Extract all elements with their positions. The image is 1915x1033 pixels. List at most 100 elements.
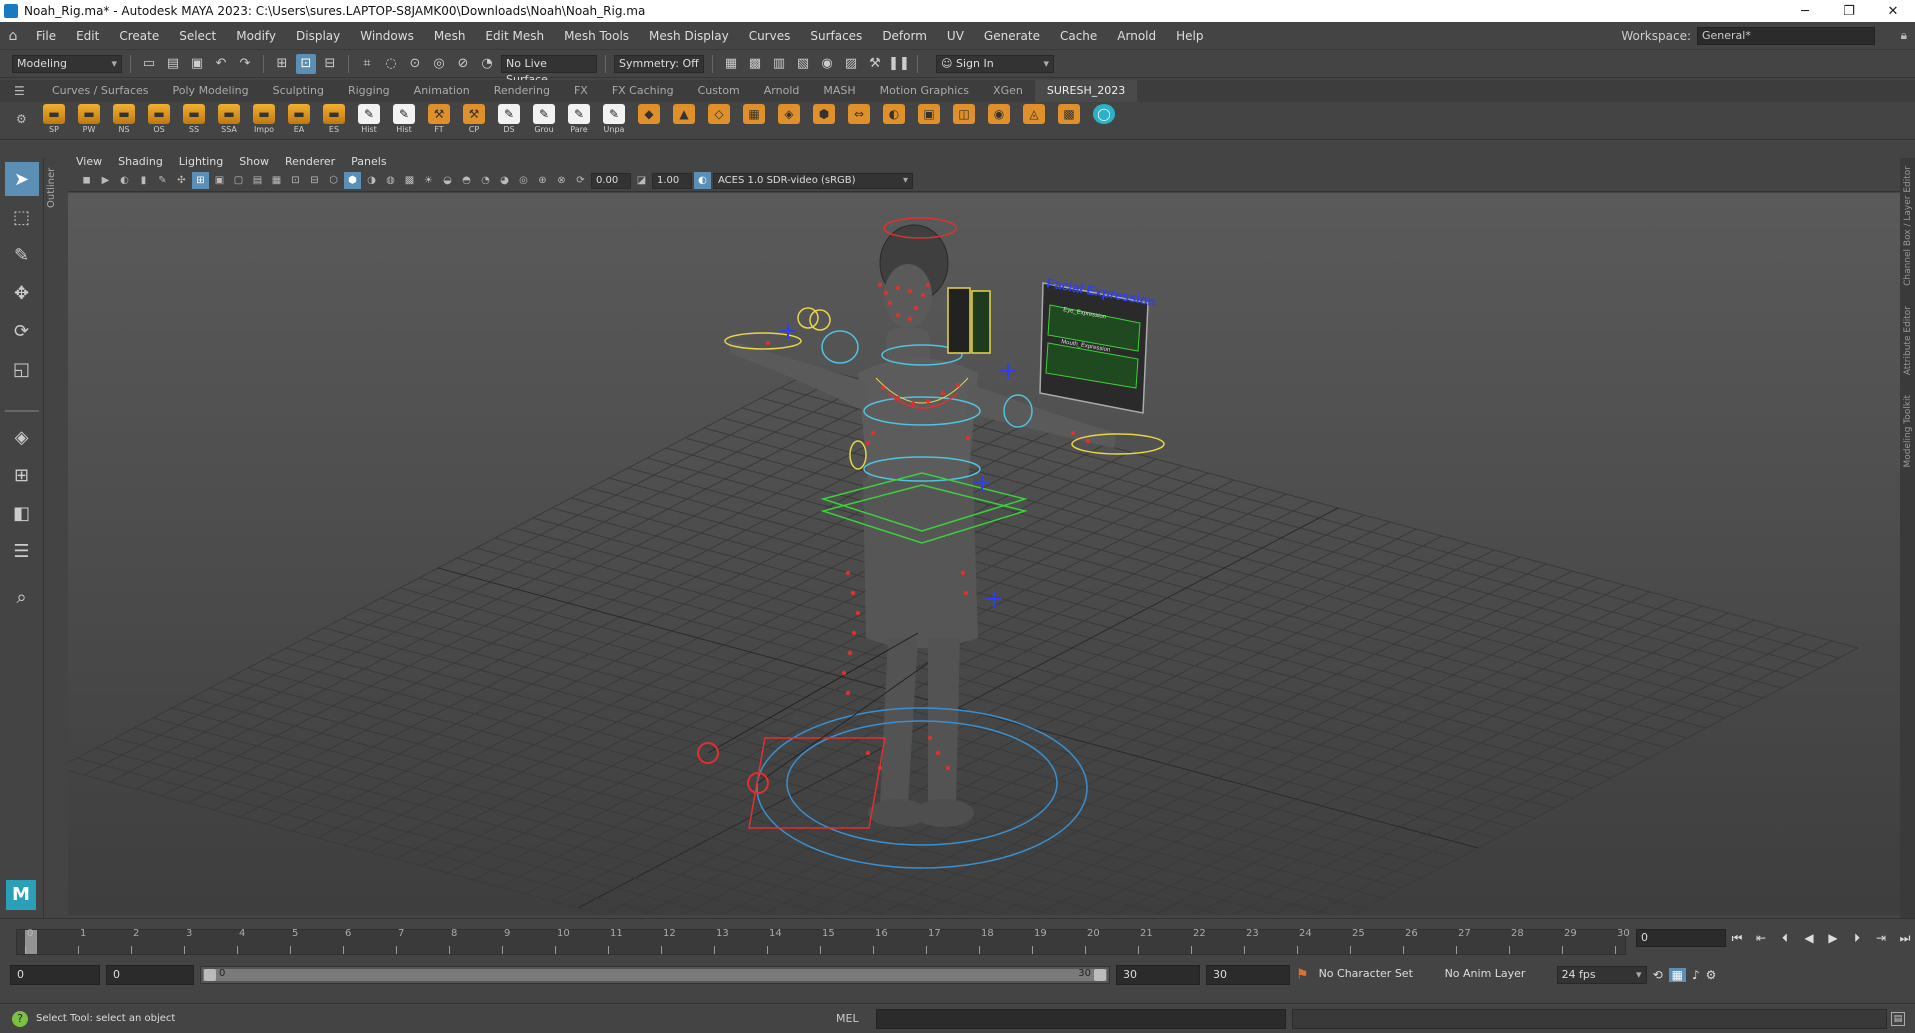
live-surface-field[interactable]: No Live Surface — [501, 54, 597, 86]
search-icon[interactable]: ⌕ — [5, 580, 39, 614]
motion-blur-icon[interactable]: ◔ — [477, 172, 494, 189]
grease-pencil-icon[interactable]: ✎ — [154, 172, 171, 189]
new-scene-icon[interactable]: ▭ — [139, 54, 159, 74]
shelf-tab-rendering[interactable]: Rendering — [482, 80, 562, 102]
select-component-icon[interactable]: ⊟ — [320, 54, 340, 74]
menu-help[interactable]: Help — [1166, 29, 1213, 43]
wireframe-icon[interactable]: ⬡ — [325, 172, 342, 189]
shelf-button-es-8[interactable]: ▬ ES — [318, 103, 350, 138]
scene-end-field[interactable]: 30 — [1206, 965, 1290, 985]
go-to-start-icon[interactable]: ⏮ — [1726, 927, 1748, 949]
menu-arnold[interactable]: Arnold — [1107, 29, 1166, 43]
pause-icon[interactable]: ❚❚ — [888, 54, 910, 74]
shelf-bridge-button[interactable]: ◇ — [703, 103, 735, 138]
select-object-icon[interactable]: ⊡ — [296, 53, 316, 74]
shelf-button-ft-11[interactable]: ⚒ FT — [423, 103, 455, 138]
fps-dropdown[interactable]: 24 fps ▾ — [1556, 966, 1647, 984]
shelf-tab-fx[interactable]: FX — [562, 80, 600, 102]
bookmarks-icon[interactable]: ◐ — [116, 172, 133, 189]
shelf-button-sp-0[interactable]: ▬ SP — [38, 103, 70, 138]
shelf-tab-curves-surfaces[interactable]: Curves / Surfaces — [40, 80, 161, 102]
shelf-button-hist-9[interactable]: ✎ Hist — [353, 103, 385, 138]
panel-menu-view[interactable]: View — [68, 155, 110, 168]
shelf-button-pw-1[interactable]: ▬ PW — [73, 103, 105, 138]
perspective-viewport[interactable]: Facial Expression Eye_Expression Mouth_E… — [68, 193, 1900, 915]
menu-surfaces[interactable]: Surfaces — [800, 29, 872, 43]
shelf-button-ssa-5[interactable]: ▬ SSA — [213, 103, 245, 138]
time-ruler[interactable]: 0123456789101112131415161718192021222324… — [16, 928, 1630, 955]
render-settings-icon[interactable]: ▧ — [793, 54, 813, 74]
menu-select[interactable]: Select — [169, 29, 226, 43]
isolate-select-icon[interactable]: ◎ — [515, 172, 532, 189]
panel-menu-show[interactable]: Show — [231, 155, 277, 168]
play-forward-icon[interactable]: ▶ — [1822, 927, 1844, 949]
anim-prefs-icon[interactable]: ⚙ — [1706, 968, 1717, 982]
menu-cache[interactable]: Cache — [1050, 29, 1107, 43]
arnold-ipr-icon[interactable]: ⚒ — [865, 54, 885, 74]
ipr-render-icon[interactable]: ▥ — [769, 54, 789, 74]
cache-playback-icon[interactable]: ▦ — [1668, 968, 1686, 982]
select-tool-icon[interactable]: ➤ — [4, 162, 39, 196]
move-tool-icon[interactable]: ✥ — [5, 276, 39, 310]
shelf-button-ds-13[interactable]: ✎ DS — [493, 103, 525, 138]
step-forward-key-icon[interactable]: ⇥ — [1870, 927, 1892, 949]
shelf-separate-button[interactable]: ◫ — [948, 103, 980, 138]
shelf-tab-mash[interactable]: MASH — [811, 80, 867, 102]
arnold-render-icon[interactable]: ▨ — [841, 54, 861, 74]
step-back-frame-icon[interactable]: ⏴ — [1774, 927, 1796, 949]
safe-action-icon[interactable]: ⊡ — [287, 172, 304, 189]
screen-space-ao-icon[interactable]: ◓ — [458, 172, 475, 189]
gate-mask-icon[interactable]: ▤ — [249, 172, 266, 189]
panel-menu-lighting[interactable]: Lighting — [171, 155, 231, 168]
playback-start-field[interactable]: 0 — [106, 965, 194, 985]
hypershade-icon[interactable]: ◉ — [817, 54, 837, 74]
character-set-dropdown[interactable]: No Character Set — [1314, 966, 1435, 984]
snap-surface-icon[interactable]: ⊘ — [453, 54, 473, 74]
shelf-tab-rigging[interactable]: Rigging — [336, 80, 402, 102]
shelf-boolean-button[interactable]: ◐ — [878, 103, 910, 138]
menu-windows[interactable]: Windows — [350, 29, 424, 43]
shelf-tab-poly-modeling[interactable]: Poly Modeling — [161, 80, 261, 102]
shelf-tab-sculpting[interactable]: Sculpting — [261, 80, 336, 102]
range-slider[interactable]: 0 30 — [200, 966, 1110, 984]
save-scene-icon[interactable]: ▣ — [187, 54, 207, 74]
shelf-tab-fx-caching[interactable]: FX Caching — [600, 80, 686, 102]
outliner-layout-icon[interactable]: ☰ — [5, 534, 39, 568]
sound-icon[interactable]: ♪ — [1692, 968, 1700, 982]
shelf-button-pare-15[interactable]: ✎ Pare — [563, 103, 595, 138]
render-view-icon[interactable]: ▦ — [721, 54, 741, 74]
xray-joints-icon[interactable]: ⊗ — [553, 172, 570, 189]
go-to-end-icon[interactable]: ⏭ — [1894, 927, 1915, 949]
menu-create[interactable]: Create — [109, 29, 169, 43]
menu-file[interactable]: File — [26, 29, 66, 43]
side-by-side-layout-icon[interactable]: ◧ — [5, 496, 39, 530]
scene-start-field[interactable]: 0 — [10, 965, 100, 985]
four-view-layout-icon[interactable]: ⊞ — [5, 458, 39, 492]
exposure-field[interactable]: 0.00 — [591, 172, 631, 189]
shelf-button-unpa-16[interactable]: ✎ Unpa — [598, 103, 630, 138]
undo-icon[interactable]: ↶ — [211, 54, 231, 74]
panel-menu-shading[interactable]: Shading — [110, 155, 171, 168]
shelf-tab-custom[interactable]: Custom — [686, 80, 752, 102]
facial-expression-panel[interactable]: Facial Expression Eye_Expression Mouth_E… — [1039, 275, 1157, 414]
loop-icon[interactable]: ⟲ — [1653, 968, 1663, 982]
lock-icon[interactable]: 🔒︎ — [1901, 28, 1907, 43]
snap-view-icon[interactable]: ◎ — [429, 54, 449, 74]
shadows-icon[interactable]: ◒ — [439, 172, 456, 189]
close-button[interactable]: ✕ — [1871, 0, 1915, 22]
current-frame-field[interactable]: 0 — [1636, 929, 1726, 947]
auto-key-icon[interactable]: ⚑ — [1296, 967, 1309, 983]
xray-icon[interactable]: ⊕ — [534, 172, 551, 189]
color-management-icon[interactable]: ◐ — [694, 172, 711, 189]
exposure-icon[interactable]: ⟳ — [572, 172, 589, 189]
menu-deform[interactable]: Deform — [872, 29, 937, 43]
minimize-button[interactable]: ─ — [1783, 0, 1827, 22]
menu-mesh-tools[interactable]: Mesh Tools — [554, 29, 639, 43]
channel-box-tab[interactable]: Channel Box / Layer Editor — [1903, 166, 1913, 286]
maximize-button[interactable]: ❐ — [1827, 0, 1871, 22]
shelf-cube-button[interactable]: ⬢ — [808, 103, 840, 138]
image-plane-icon[interactable]: ▮ — [135, 172, 152, 189]
sign-in-button[interactable]: ☺ Sign In ▾ — [936, 54, 1054, 73]
shelf-button-ns-2[interactable]: ▬ NS — [108, 103, 140, 138]
shelf-multicut-button[interactable]: ◈ — [773, 103, 805, 138]
